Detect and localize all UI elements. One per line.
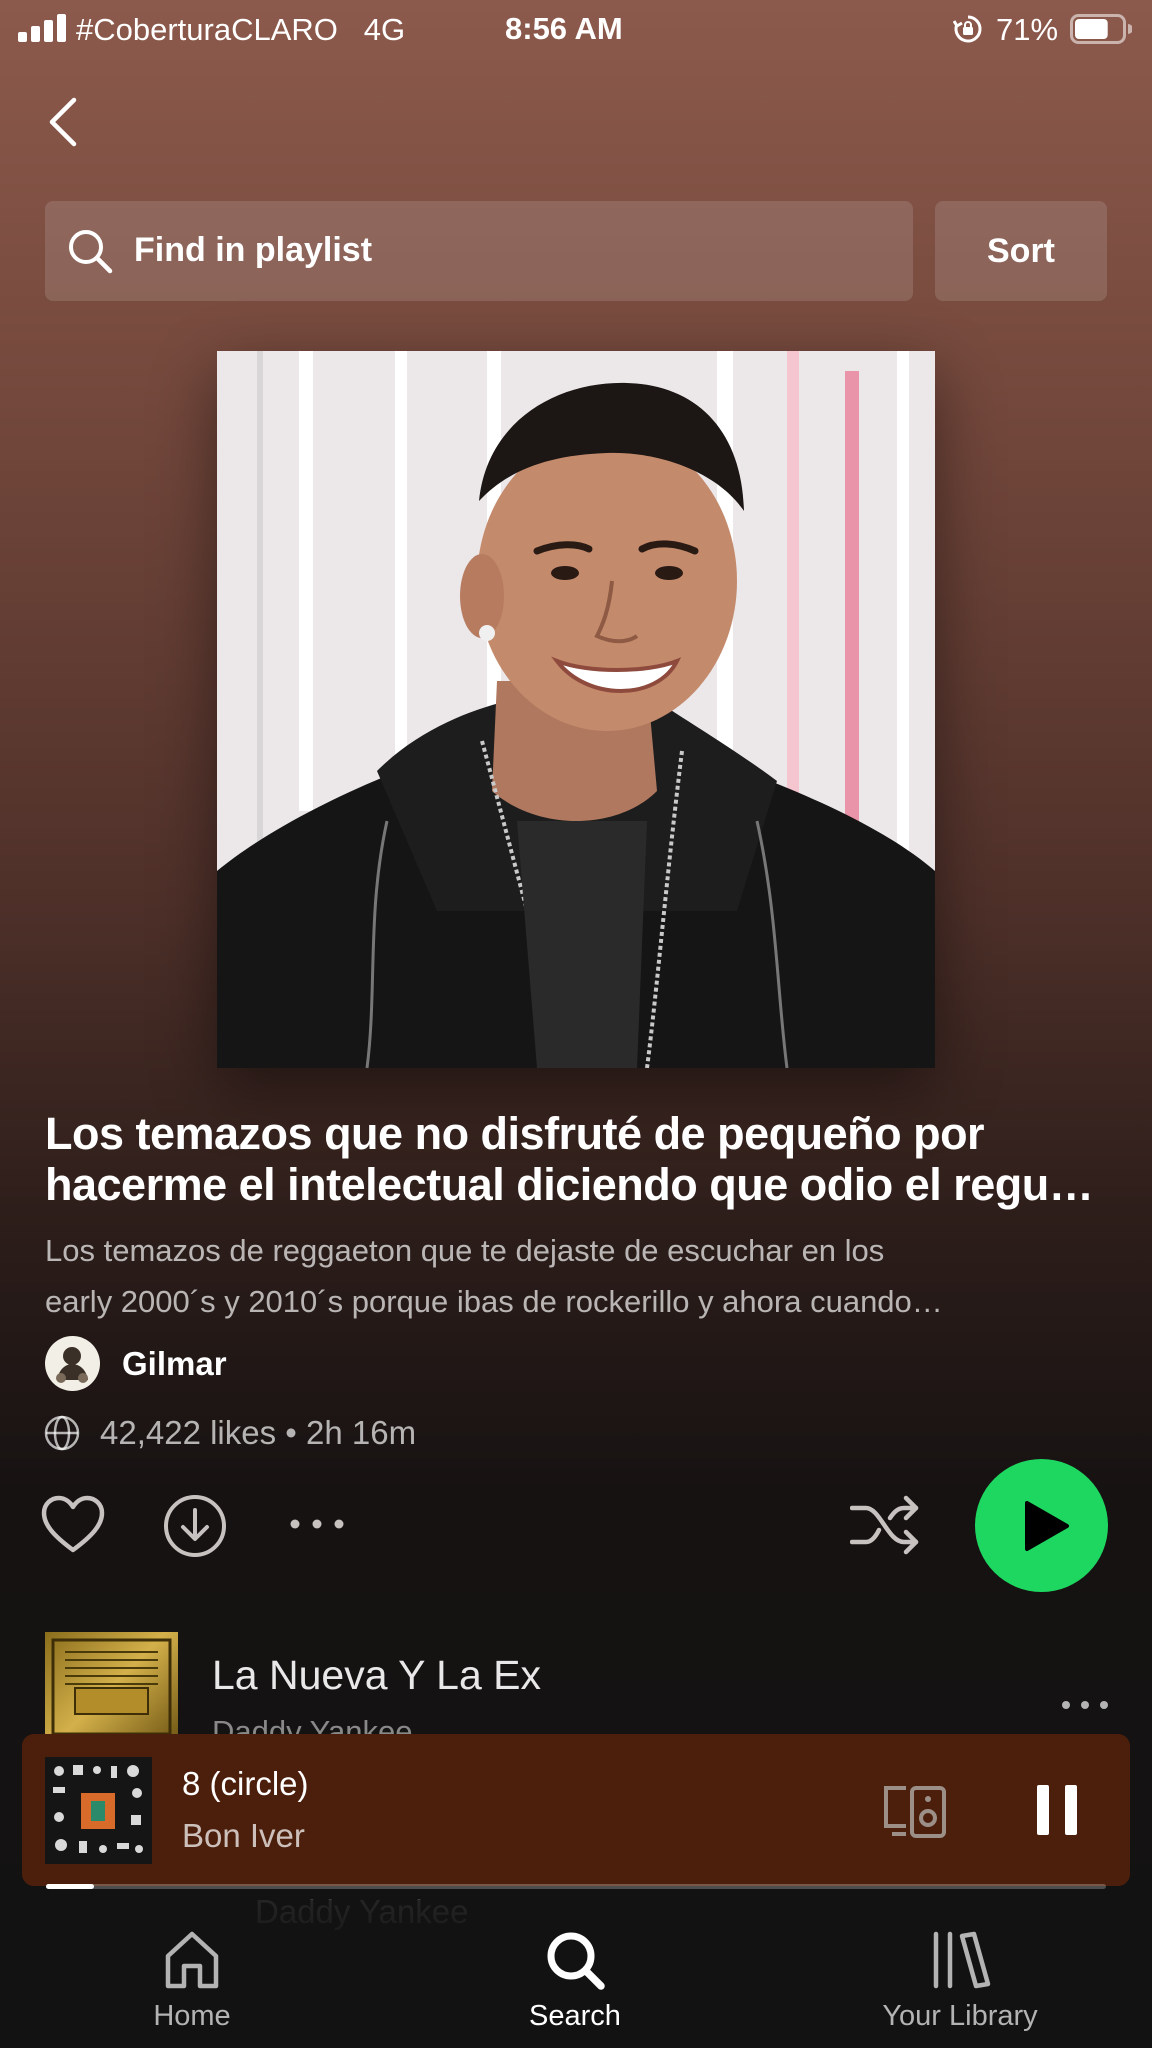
owner-avatar[interactable] [45, 1336, 100, 1391]
status-bar: #CoberturaCLARO 4G 8:56 AM 71% [0, 0, 1152, 58]
network-label: 4G [363, 12, 406, 47]
tab-search-label: Search [529, 2000, 621, 2032]
play-button[interactable] [975, 1459, 1108, 1592]
home-icon [165, 1931, 219, 1989]
back-button[interactable] [44, 96, 84, 148]
rotation-lock-icon [953, 15, 982, 43]
library-icon [933, 1931, 991, 1989]
carrier-label: #CoberturaCLARO 4G [76, 12, 406, 47]
more-icon[interactable] [289, 1509, 345, 1539]
connect-device-icon[interactable] [880, 1782, 950, 1842]
track-more-icon[interactable] [1060, 1698, 1110, 1712]
search-placeholder: Find in playlist [134, 231, 373, 269]
now-playing-artist: Bon Iver [182, 1817, 305, 1854]
tab-search[interactable]: Search [445, 1928, 705, 2048]
globe-icon [44, 1415, 80, 1451]
tab-bar: Home Search Your Library [0, 1900, 1152, 2048]
track-artwork [45, 1632, 178, 1742]
tab-library-label: Your Library [882, 2000, 1038, 2032]
sort-button[interactable]: Sort [935, 201, 1107, 301]
track-title: La Nueva Y La Ex [212, 1652, 542, 1698]
playlist-meta: 42,422 likes • 2h 16m [100, 1414, 417, 1451]
tab-home[interactable]: Home [62, 1928, 322, 2048]
track-row[interactable]: La Nueva Y La Ex Daddy Yankee [0, 1632, 1152, 1749]
tab-library[interactable]: Your Library [830, 1928, 1090, 2048]
tab-home-label: Home [153, 2000, 231, 2032]
now-playing-progress-fill [46, 1884, 94, 1889]
status-time: 8:56 AM [505, 11, 623, 46]
now-playing-artwork [45, 1757, 152, 1864]
play-icon [1025, 1501, 1069, 1551]
find-in-playlist-input[interactable]: Find in playlist [45, 201, 913, 301]
heart-icon[interactable] [40, 1494, 106, 1556]
pause-icon[interactable] [1029, 1782, 1085, 1838]
shuffle-icon[interactable] [850, 1494, 920, 1556]
playlist-title: Los temazos que no disfruté de pequeño p… [45, 1108, 1094, 1210]
signal-icon [18, 14, 66, 42]
playlist-description[interactable]: Los temazos de reggaeton que te dejaste … [45, 1225, 1115, 1327]
search-icon [547, 1932, 605, 1990]
search-icon [69, 230, 113, 274]
download-icon[interactable] [163, 1494, 227, 1558]
battery-percent: 71% [996, 12, 1059, 47]
playlist-cover-image [217, 351, 935, 1068]
now-playing-progress[interactable] [46, 1884, 1106, 1889]
now-playing-bar[interactable]: 8 (circle) Bon Iver [22, 1734, 1130, 1886]
battery-icon [1070, 14, 1132, 44]
owner-name[interactable]: Gilmar [122, 1345, 227, 1383]
now-playing-title: 8 (circle) [182, 1765, 309, 1802]
